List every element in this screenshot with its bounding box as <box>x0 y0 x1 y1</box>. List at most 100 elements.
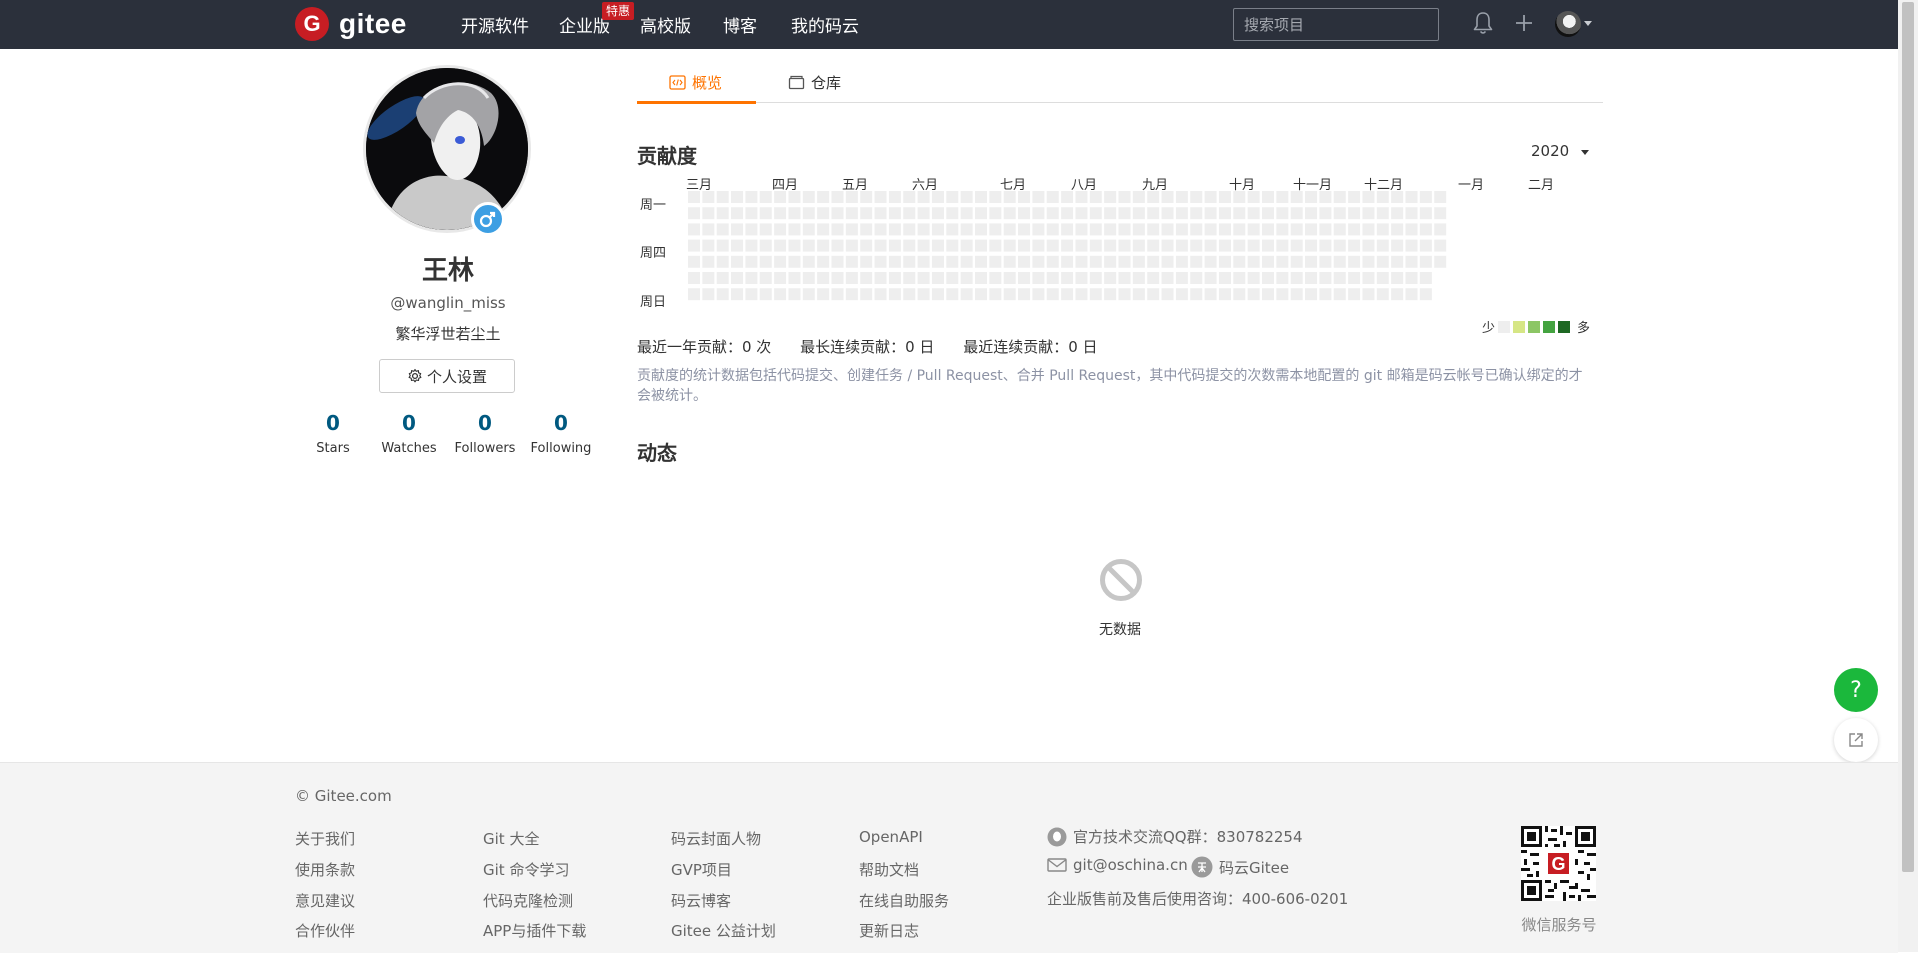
contribution-day-cell[interactable] <box>1132 191 1145 203</box>
contribution-day-cell[interactable] <box>1233 191 1246 203</box>
contribution-day-cell[interactable] <box>1089 239 1102 252</box>
contribution-day-cell[interactable] <box>1018 255 1031 268</box>
contribution-day-cell[interactable] <box>788 272 801 284</box>
contribution-day-cell[interactable] <box>1233 272 1246 284</box>
contribution-day-cell[interactable] <box>788 239 801 252</box>
contribution-day-cell[interactable] <box>931 191 944 203</box>
contribution-day-cell[interactable] <box>931 223 944 236</box>
contribution-day-cell[interactable] <box>1132 207 1145 220</box>
contribution-day-cell[interactable] <box>1204 223 1217 236</box>
contribution-day-cell[interactable] <box>1132 239 1145 252</box>
contribution-day-cell[interactable] <box>688 223 700 236</box>
stat-followers[interactable]: 0 Followers <box>445 411 525 456</box>
contribution-day-cell[interactable] <box>1061 223 1074 236</box>
contribution-day-cell[interactable] <box>1104 239 1117 252</box>
personal-settings-button[interactable]: 个人设置 <box>379 359 515 393</box>
contribution-day-cell[interactable] <box>1262 255 1274 268</box>
contribution-day-cell[interactable] <box>903 272 916 284</box>
contribution-day-cell[interactable] <box>817 255 830 268</box>
contribution-day-cell[interactable] <box>1262 272 1274 284</box>
contribution-day-cell[interactable] <box>1362 191 1375 203</box>
contribution-day-cell[interactable] <box>1362 223 1375 236</box>
contribution-day-cell[interactable] <box>860 255 873 268</box>
contribution-day-cell[interactable] <box>1333 272 1346 284</box>
contribution-day-cell[interactable] <box>774 239 787 252</box>
contribution-day-cell[interactable] <box>1434 191 1447 203</box>
tab-repositories[interactable]: 仓库 <box>788 72 841 93</box>
contribution-day-cell[interactable] <box>702 288 715 301</box>
nav-blog[interactable]: 博客 <box>723 12 757 37</box>
contribution-day-cell[interactable] <box>1276 239 1289 252</box>
contribution-day-cell[interactable] <box>1089 207 1102 220</box>
contribution-day-cell[interactable] <box>874 207 887 220</box>
contribution-day-cell[interactable] <box>960 239 973 252</box>
contribution-day-cell[interactable] <box>1262 239 1274 252</box>
contribution-day-cell[interactable] <box>1305 272 1318 284</box>
contribution-day-cell[interactable] <box>975 223 987 236</box>
contribution-day-cell[interactable] <box>1319 239 1332 252</box>
feedback-button[interactable] <box>1834 718 1878 762</box>
contribution-day-cell[interactable] <box>1290 207 1303 220</box>
contribution-day-cell[interactable] <box>774 223 787 236</box>
contribution-day-cell[interactable] <box>1190 223 1203 236</box>
contribution-day-cell[interactable] <box>1190 288 1203 301</box>
footer-link[interactable]: 代码克隆检测 <box>483 890 573 911</box>
contribution-day-cell[interactable] <box>1161 191 1174 203</box>
contribution-day-cell[interactable] <box>1089 272 1102 284</box>
contribution-day-cell[interactable] <box>975 239 987 252</box>
contribution-day-cell[interactable] <box>1104 207 1117 220</box>
contribution-day-cell[interactable] <box>731 207 744 220</box>
contribution-day-cell[interactable] <box>1061 255 1074 268</box>
contribution-day-cell[interactable] <box>1175 223 1188 236</box>
year-chevron-down-icon[interactable] <box>1581 150 1589 155</box>
nav-my-gitee[interactable]: 我的码云 <box>791 12 859 37</box>
contribution-day-cell[interactable] <box>874 191 887 203</box>
contribution-day-cell[interactable] <box>1333 207 1346 220</box>
contribution-day-cell[interactable] <box>960 223 973 236</box>
contribution-day-cell[interactable] <box>1046 239 1059 252</box>
contribution-day-cell[interactable] <box>1391 288 1404 301</box>
contribution-day-cell[interactable] <box>1262 223 1274 236</box>
contribution-day-cell[interactable] <box>1204 239 1217 252</box>
contribution-day-cell[interactable] <box>1434 255 1447 268</box>
contribution-day-cell[interactable] <box>1290 191 1303 203</box>
contribution-day-cell[interactable] <box>1147 272 1160 284</box>
contribution-day-cell[interactable] <box>1247 288 1260 301</box>
contribution-day-cell[interactable] <box>1405 255 1418 268</box>
contribution-day-cell[interactable] <box>989 239 1002 252</box>
contribution-day-cell[interactable] <box>716 239 729 252</box>
contribution-day-cell[interactable] <box>745 191 758 203</box>
contribution-day-cell[interactable] <box>1147 239 1160 252</box>
contribution-day-cell[interactable] <box>1046 223 1059 236</box>
contribution-day-cell[interactable] <box>1032 223 1045 236</box>
contribution-day-cell[interactable] <box>1204 207 1217 220</box>
contribution-day-cell[interactable] <box>745 223 758 236</box>
contribution-day-cell[interactable] <box>1348 239 1361 252</box>
contribution-day-cell[interactable] <box>1175 191 1188 203</box>
contribution-day-cell[interactable] <box>874 288 887 301</box>
contribution-day-cell[interactable] <box>1419 223 1432 236</box>
contribution-day-cell[interactable] <box>1147 191 1160 203</box>
contribution-day-cell[interactable] <box>903 191 916 203</box>
contribution-day-cell[interactable] <box>1305 207 1318 220</box>
contribution-day-cell[interactable] <box>1247 272 1260 284</box>
contribution-day-cell[interactable] <box>1147 255 1160 268</box>
contribution-day-cell[interactable] <box>989 272 1002 284</box>
contribution-day-cell[interactable] <box>1290 288 1303 301</box>
contribution-day-cell[interactable] <box>1305 288 1318 301</box>
contribution-day-cell[interactable] <box>1348 272 1361 284</box>
contribution-day-cell[interactable] <box>860 207 873 220</box>
contribution-day-cell[interactable] <box>1190 207 1203 220</box>
contribution-day-cell[interactable] <box>1405 191 1418 203</box>
contribution-day-cell[interactable] <box>1276 223 1289 236</box>
contribution-day-cell[interactable] <box>888 207 901 220</box>
contribution-day-cell[interactable] <box>1391 239 1404 252</box>
contribution-day-cell[interactable] <box>1348 288 1361 301</box>
contribution-day-cell[interactable] <box>975 207 987 220</box>
contribution-day-cell[interactable] <box>845 255 858 268</box>
contribution-day-cell[interactable] <box>1376 239 1389 252</box>
footer-zhihu[interactable]: 码云Gitee <box>1191 856 1289 878</box>
contribution-day-cell[interactable] <box>1046 272 1059 284</box>
gitee-logo[interactable]: G gitee <box>295 7 407 41</box>
contribution-day-cell[interactable] <box>745 288 758 301</box>
